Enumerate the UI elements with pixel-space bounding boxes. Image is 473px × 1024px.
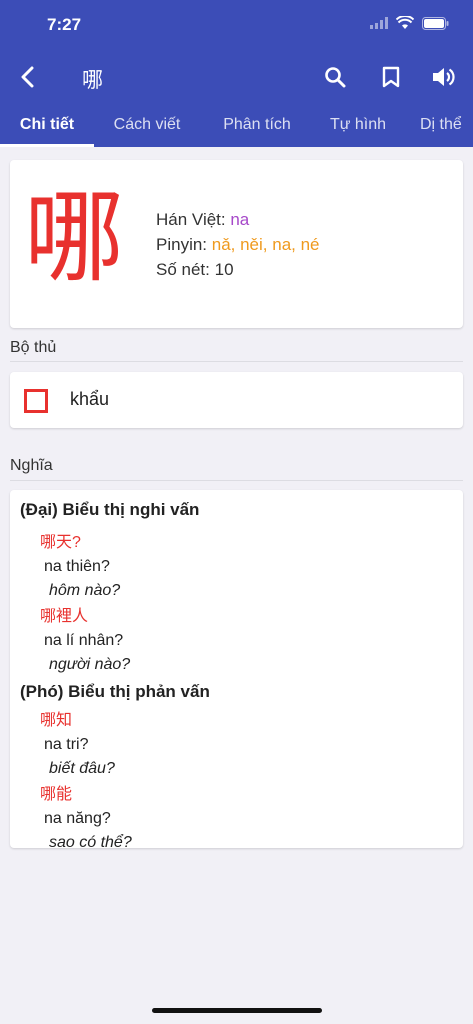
radical-square-icon bbox=[24, 389, 48, 413]
radical-section-label: Bộ thủ bbox=[10, 339, 57, 356]
han-viet-line: Hán Việt: na bbox=[156, 210, 249, 230]
section-divider bbox=[10, 480, 463, 481]
example-reading: na lí nhân? bbox=[44, 632, 124, 649]
example-reading: na tri? bbox=[44, 736, 89, 753]
speaker-icon bbox=[433, 68, 455, 86]
example-meaning: biết đâu? bbox=[49, 760, 115, 777]
part-of-speech: (Phó) Biểu thị phản vấn bbox=[20, 682, 210, 701]
example-meaning: người nào? bbox=[49, 656, 131, 673]
home-indicator[interactable] bbox=[152, 1008, 322, 1013]
example-meaning: hôm nào? bbox=[49, 582, 121, 599]
tab-cach-viet[interactable]: Cách viết bbox=[100, 103, 194, 147]
search-button[interactable] bbox=[320, 62, 350, 92]
tab-chi-tiet[interactable]: Chi tiết bbox=[0, 103, 94, 147]
bookmark-button[interactable] bbox=[376, 62, 406, 92]
meaning-list: (Đại) Biểu thị nghi vấn 哪天? na thiên? hô… bbox=[20, 496, 453, 855]
search-icon bbox=[325, 67, 346, 88]
section-divider bbox=[10, 361, 463, 362]
audio-button[interactable] bbox=[429, 62, 459, 92]
pinyin-value[interactable]: nǎ, něi, na, né bbox=[212, 235, 320, 254]
strokes-value: 10 bbox=[214, 260, 234, 279]
back-button[interactable] bbox=[12, 62, 42, 92]
example-chinese[interactable]: 哪能 bbox=[20, 783, 453, 807]
page-title: 哪 bbox=[82, 68, 103, 92]
radical-card[interactable]: khẩu bbox=[10, 372, 463, 428]
character-glyph: 哪 bbox=[24, 179, 124, 296]
active-tab-indicator bbox=[0, 144, 94, 147]
app-bar: 7:27 哪 Chi tiết Cách viết Phân tích Tự h… bbox=[0, 0, 473, 147]
han-viet-label: Hán Việt: bbox=[156, 210, 231, 229]
meaning-section-label: Nghĩa bbox=[10, 457, 53, 474]
tab-tu-hinh[interactable]: Tự hình bbox=[316, 103, 400, 147]
strokes-label: Số nét: bbox=[156, 260, 215, 279]
pinyin-line: Pinyin: nǎ, něi, na, né bbox=[156, 235, 320, 255]
tab-phan-tich[interactable]: Phân tích bbox=[210, 103, 304, 147]
meaning-card: (Đại) Biểu thị nghi vấn 哪天? na thiên? hô… bbox=[10, 490, 463, 851]
signal-icon bbox=[370, 17, 388, 29]
example-chinese[interactable]: 哪天? bbox=[20, 531, 453, 555]
radical-name: khẩu bbox=[70, 389, 110, 409]
part-of-speech: (Đại) Biểu thị nghi vấn bbox=[20, 500, 200, 519]
example-chinese[interactable]: 哪裡人 bbox=[20, 605, 453, 629]
battery-icon bbox=[422, 16, 449, 30]
example-chinese[interactable]: 哪知 bbox=[20, 709, 453, 733]
wifi-icon bbox=[396, 16, 414, 29]
example-meaning: sao có thể? bbox=[49, 834, 132, 851]
tab-bar: Chi tiết Cách viết Phân tích Tự hình Dị … bbox=[0, 103, 473, 147]
toolbar: 哪 bbox=[0, 52, 473, 102]
back-arrow-icon bbox=[21, 66, 34, 88]
bookmark-icon bbox=[382, 66, 400, 88]
status-time: 7:27 bbox=[47, 15, 82, 34]
example-reading: na năng? bbox=[44, 810, 111, 827]
tab-di-the[interactable]: Dị thể bbox=[420, 103, 473, 147]
character-card: 哪 Hán Việt: na Pinyin: nǎ, něi, na, né S… bbox=[10, 160, 463, 328]
pinyin-label: Pinyin: bbox=[156, 235, 212, 254]
status-bar: 7:27 bbox=[0, 0, 473, 50]
strokes-line: Số nét: 10 bbox=[156, 260, 234, 280]
status-icons bbox=[370, 16, 449, 30]
han-viet-value[interactable]: na bbox=[230, 210, 249, 229]
example-reading: na thiên? bbox=[44, 558, 110, 575]
